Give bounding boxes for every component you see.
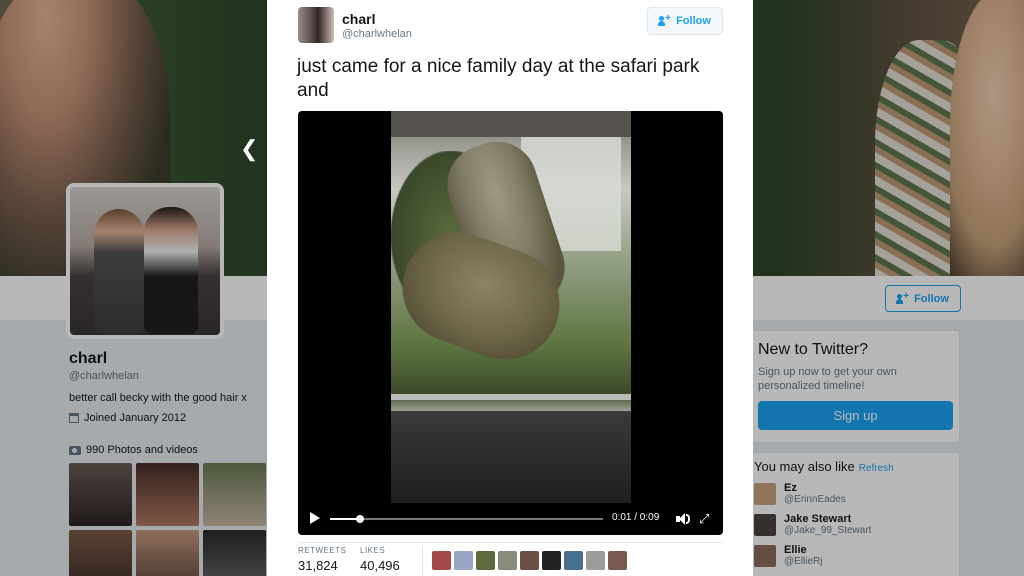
stats-separator (422, 546, 423, 576)
video-progress-handle[interactable] (356, 515, 365, 523)
follow-label: Follow (676, 15, 711, 27)
video-controls: 0:01 / 0:09 ⤢ (298, 507, 723, 531)
likes-stat[interactable]: LIKES 40,496 (360, 546, 400, 573)
stats-divider (298, 542, 723, 543)
tweet-text: just came for a nice family day at the s… (297, 56, 700, 101)
video-frame (391, 111, 631, 503)
video-wiper (391, 394, 631, 400)
video-time: 0:01 / 0:09 (612, 512, 660, 523)
fullscreen-icon[interactable]: ⤢ (699, 512, 709, 525)
author-handle[interactable]: @charlwhelan (342, 28, 412, 40)
author-avatar[interactable] (298, 7, 334, 43)
likes-count: 40,496 (360, 558, 400, 573)
video-player[interactable]: 0:01 / 0:09 ⤢ (298, 111, 723, 535)
play-icon[interactable] (310, 512, 320, 524)
likes-label: LIKES (360, 546, 386, 555)
retweets-label: RETWEETS (298, 546, 347, 555)
liker-avatar[interactable] (542, 551, 561, 570)
liker-avatar[interactable] (520, 551, 539, 570)
volume-icon[interactable] (676, 512, 690, 526)
tweet-modal: charl @charlwhelan Follow just came for … (267, 0, 753, 576)
video-progress-bar[interactable] (330, 515, 603, 523)
retweets-stat[interactable]: RETWEETS 31,824 (298, 546, 346, 573)
liker-avatar[interactable] (608, 551, 627, 570)
video-dashboard (391, 411, 631, 503)
follow-button[interactable]: Follow (647, 7, 723, 35)
liker-avatar[interactable] (564, 551, 583, 570)
liker-avatar[interactable] (432, 551, 451, 570)
liker-avatars (432, 551, 627, 570)
liker-avatar[interactable] (498, 551, 517, 570)
retweets-count: 31,824 (298, 558, 338, 573)
liker-avatar[interactable] (454, 551, 473, 570)
chevron-left-icon[interactable]: ❮ (240, 136, 258, 162)
author-name[interactable]: charl (342, 11, 375, 27)
liker-avatar[interactable] (586, 551, 605, 570)
person-plus-icon (658, 13, 671, 26)
liker-avatar[interactable] (476, 551, 495, 570)
video-car-roof (391, 111, 631, 137)
